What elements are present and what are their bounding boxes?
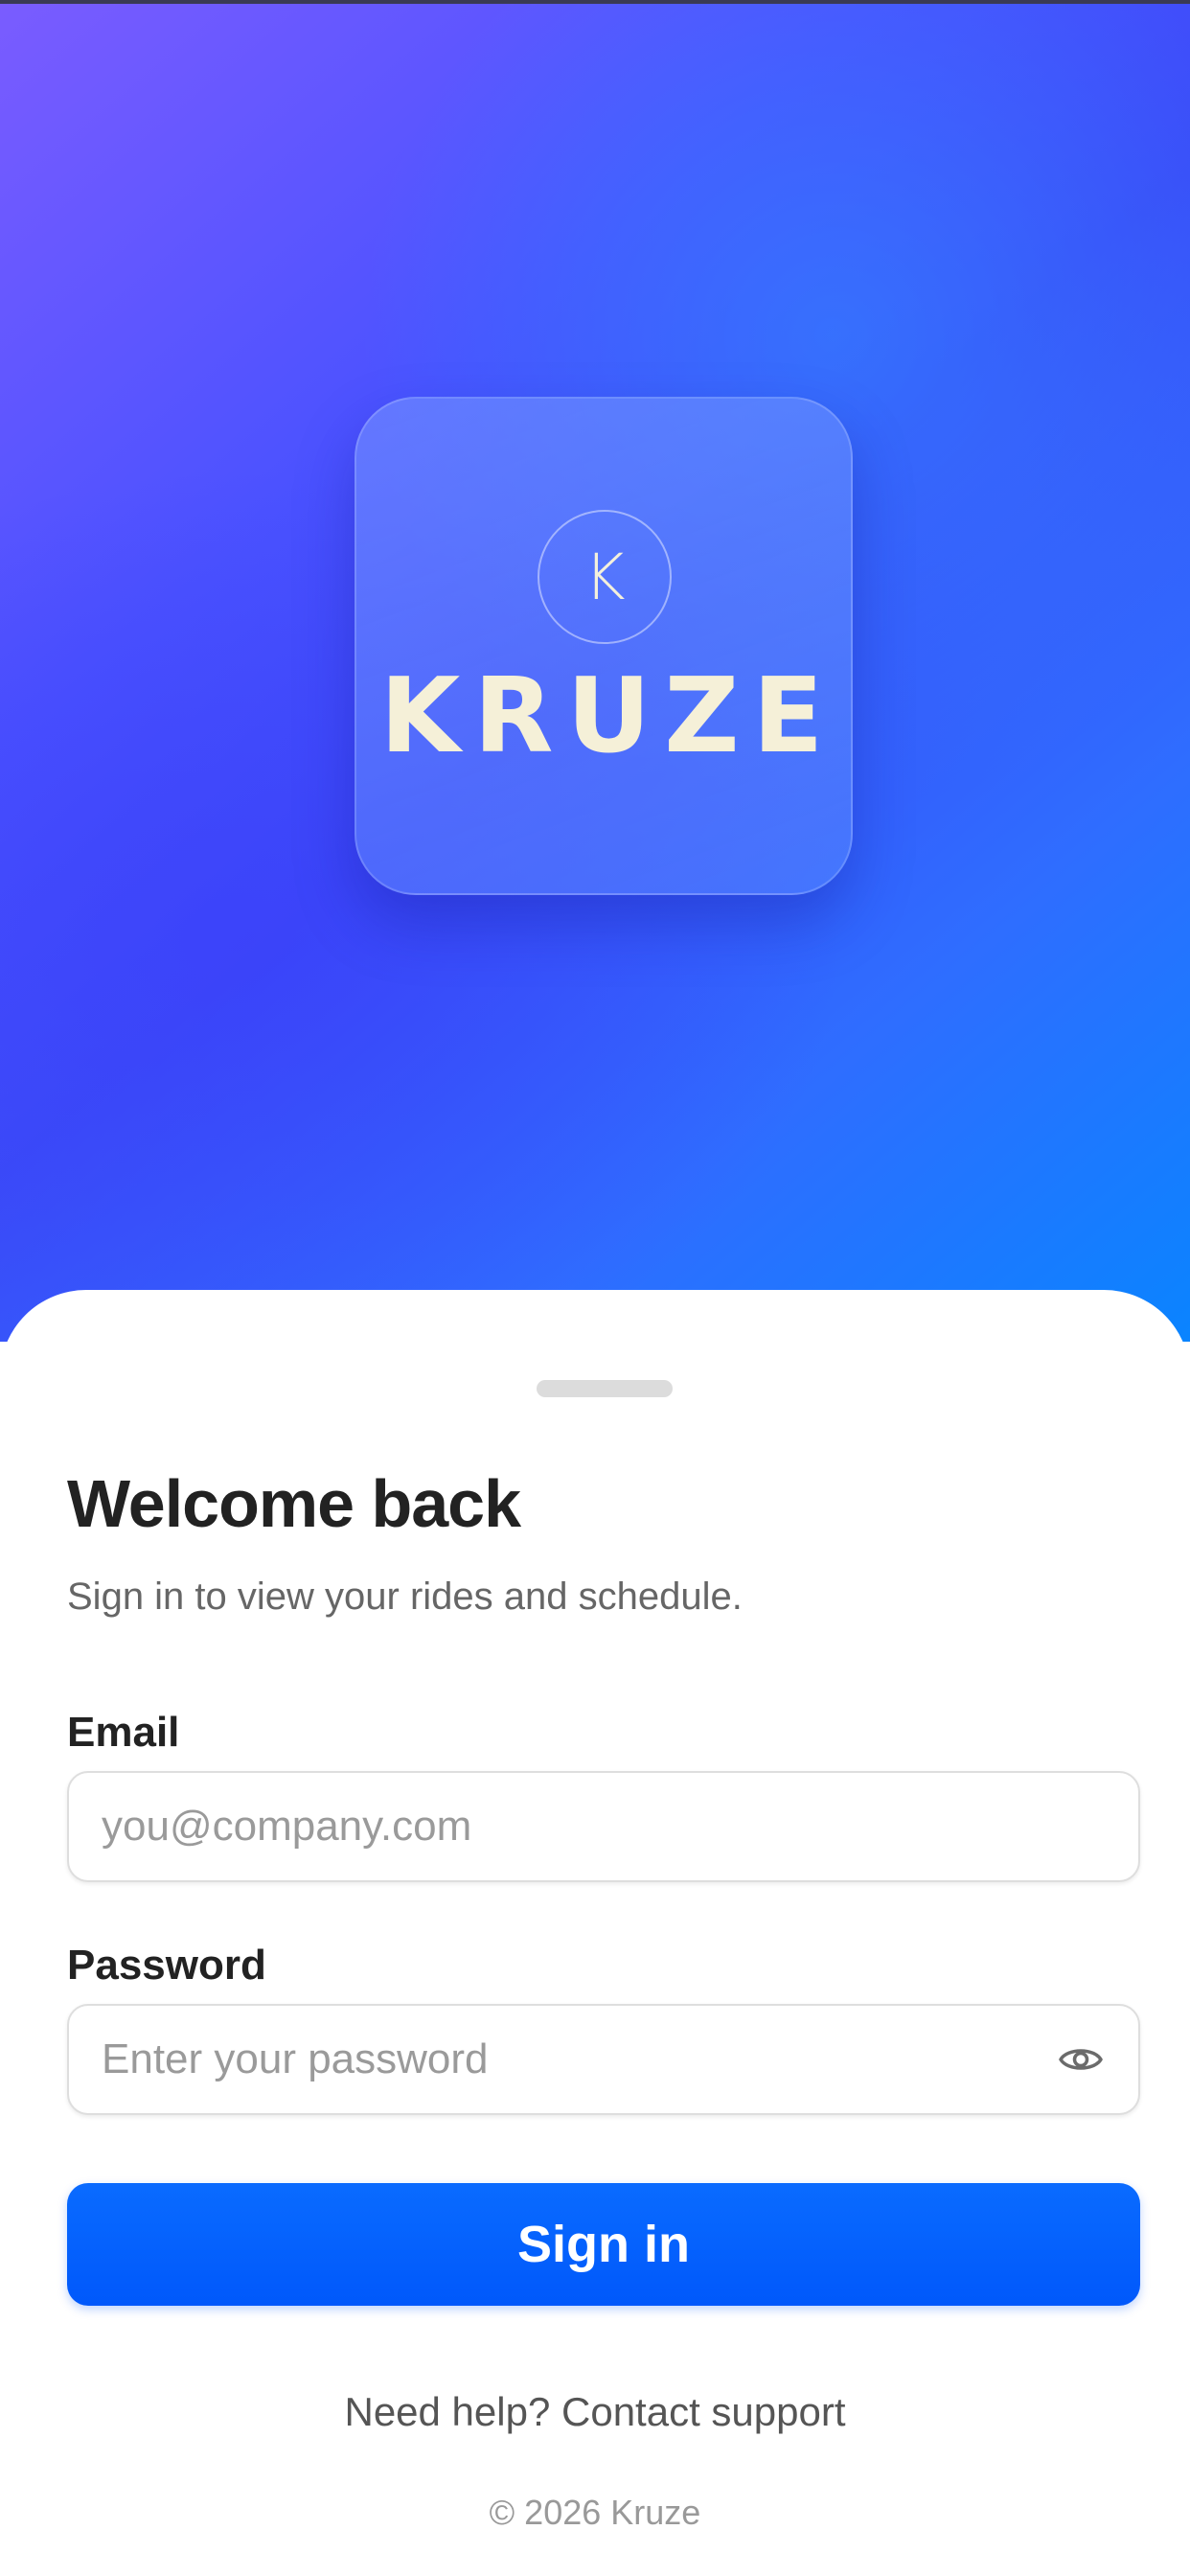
app-logo: K KRUZE (355, 397, 853, 895)
logo-monogram: K (538, 510, 672, 644)
sheet-grabber[interactable] (537, 1380, 673, 1397)
page-title: Welcome back (67, 1466, 521, 1541)
email-field[interactable] (102, 1773, 1021, 1880)
help-line: Need help? Contact support (0, 2392, 1190, 2432)
status-bar-edge (0, 0, 1190, 4)
contact-support-link[interactable]: Contact support (561, 2389, 846, 2434)
password-label: Password (67, 1942, 266, 1989)
sign-in-button[interactable]: Sign in (67, 2183, 1140, 2306)
password-field-container[interactable] (67, 2004, 1140, 2115)
password-field[interactable] (102, 2006, 1021, 2113)
help-prefix: Need help? (344, 2389, 551, 2434)
logo-wordmark: KRUZE (379, 656, 837, 776)
copyright-text: © 2026 Kruze (489, 2493, 701, 2532)
email-label: Email (67, 1709, 180, 1756)
email-field-container[interactable] (67, 1771, 1140, 1882)
page-subtitle: Sign in to view your rides and schedule. (67, 1576, 743, 1618)
eye-icon[interactable] (1058, 2040, 1104, 2079)
hero-background: K KRUZE (0, 0, 1190, 1342)
login-sheet: Welcome back Sign in to view your rides … (0, 1290, 1190, 2576)
